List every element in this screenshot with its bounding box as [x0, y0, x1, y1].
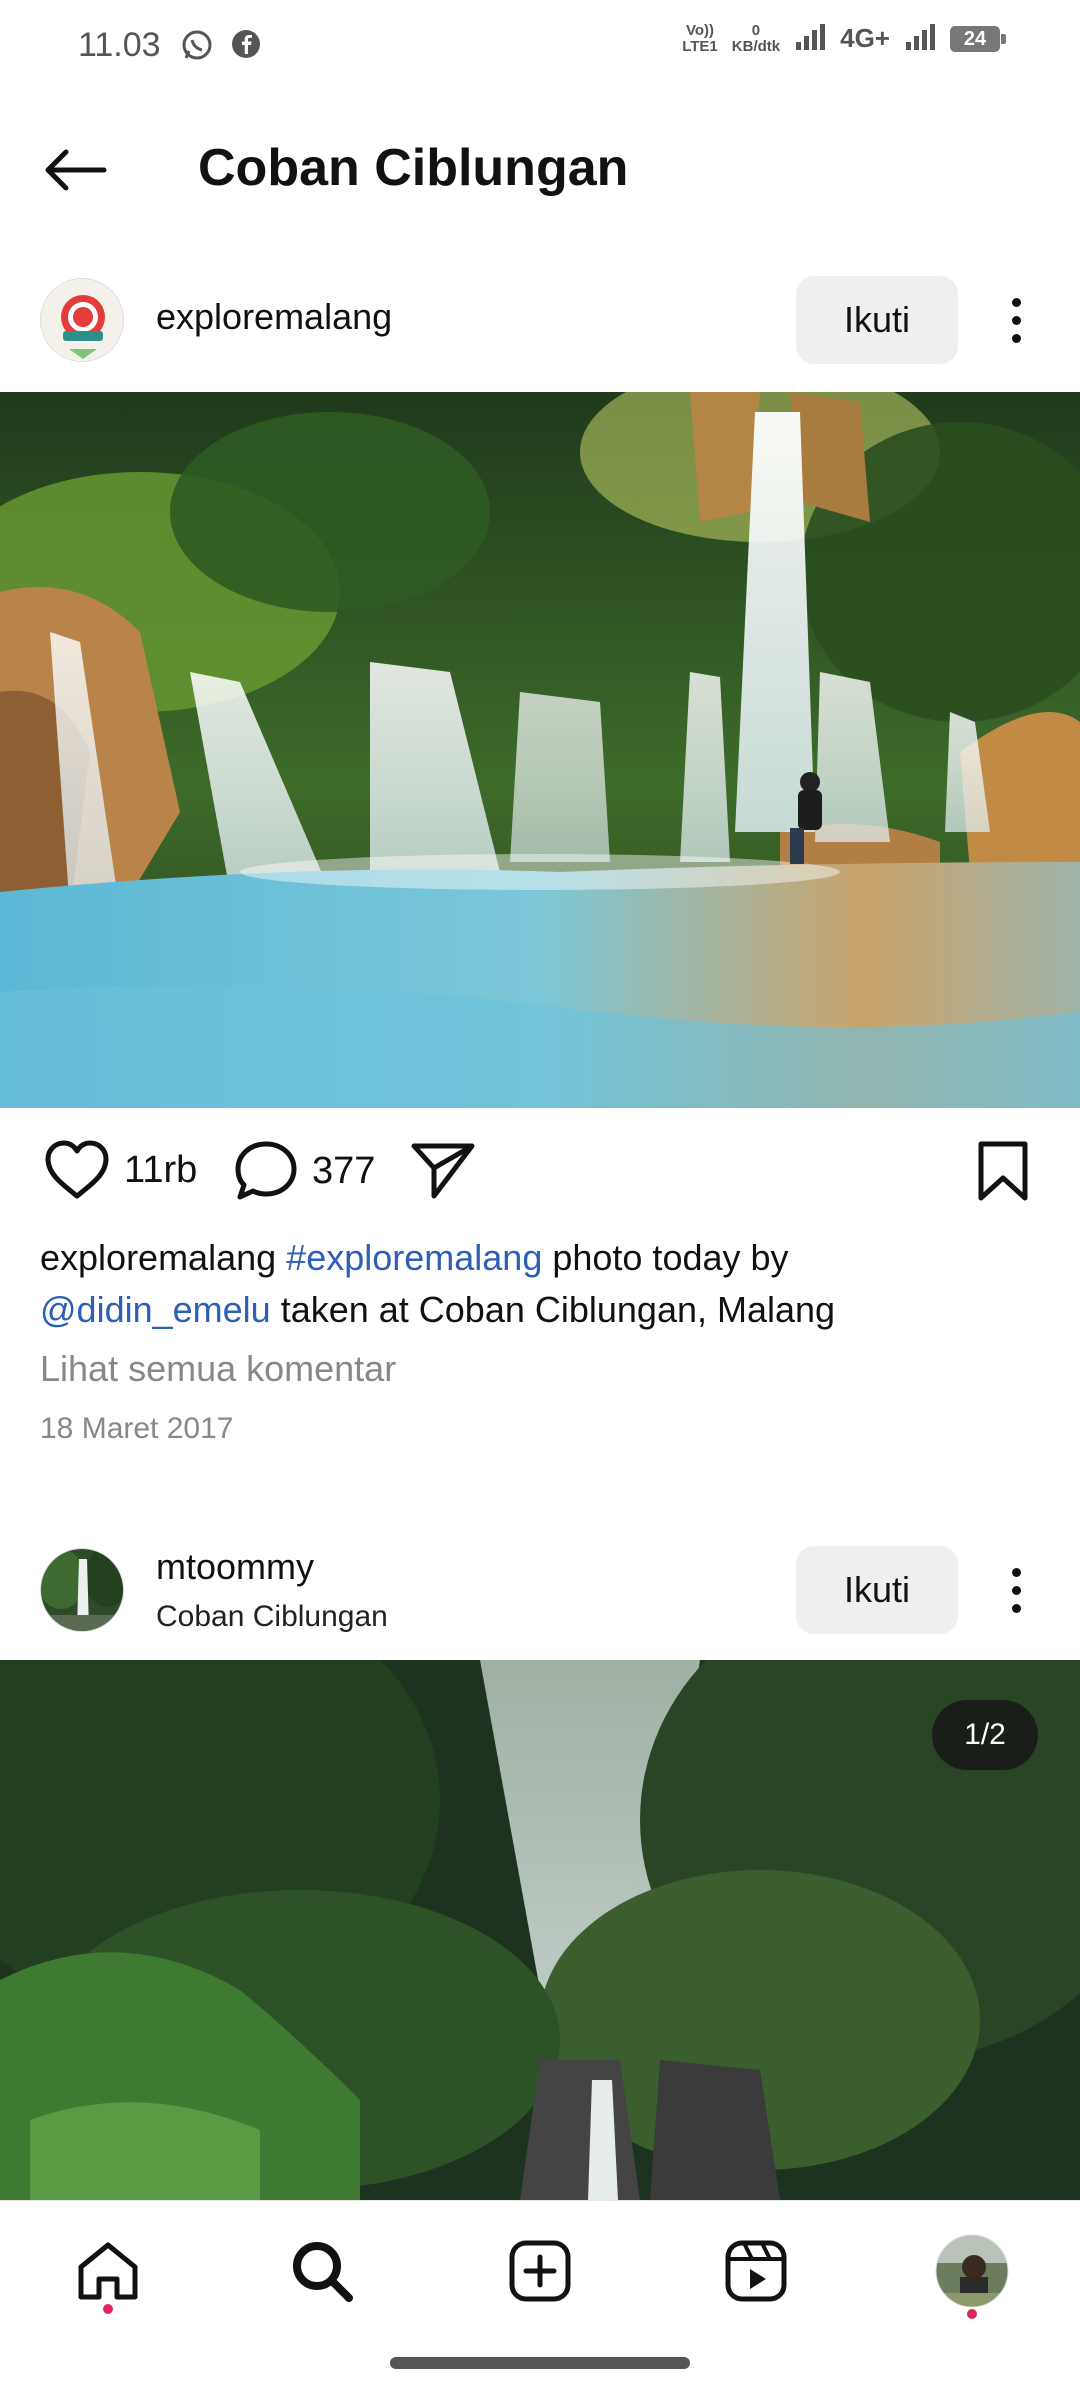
like-count: 11rb	[124, 1148, 198, 1191]
follow-button-2[interactable]: Ikuti	[796, 1546, 958, 1634]
post-location[interactable]: Coban Ciblungan	[156, 1600, 388, 1634]
carousel-pager: 1/2	[932, 1700, 1038, 1770]
arrow-left-icon	[45, 149, 107, 191]
comment-button[interactable]: 377	[234, 1140, 375, 1202]
nav-create[interactable]	[500, 2231, 580, 2311]
send-icon	[411, 1143, 475, 1199]
post-image[interactable]	[0, 392, 1080, 1108]
status-time: 11.03	[78, 26, 161, 64]
share-button[interactable]	[410, 1140, 476, 1200]
post-caption: exploremalang #exploremalang photo today…	[40, 1232, 1040, 1336]
avatar-2[interactable]	[40, 1548, 124, 1632]
post-image-2[interactable]	[0, 1660, 1080, 2200]
facebook-icon	[230, 28, 262, 65]
caption-username[interactable]: exploremalang	[40, 1237, 276, 1278]
post-date: 18 Maret 2017	[40, 1412, 234, 1445]
more-vertical-icon	[1011, 1567, 1021, 1577]
follow-button[interactable]: Ikuti	[796, 276, 958, 364]
post-username-2[interactable]: mtoommy	[156, 1546, 314, 1588]
avatar[interactable]	[40, 278, 124, 362]
post-header: exploremalang Ikuti	[0, 266, 1080, 376]
home-indicator[interactable]	[390, 2357, 690, 2369]
battery-icon: 24	[950, 25, 1006, 52]
status-bar: 11.03 Vo)) LTE1 0 KB/dtk 4G+ 24	[0, 0, 1080, 96]
signal-icon-2	[904, 22, 936, 55]
view-all-comments-link[interactable]: Lihat semua komentar	[40, 1348, 396, 1390]
home-icon	[78, 2242, 138, 2300]
caption-mention[interactable]: @didin_emelu	[40, 1289, 271, 1330]
network-speed: 0 KB/dtk	[731, 21, 781, 55]
caption-text: photo today by	[542, 1237, 789, 1278]
heart-icon	[45, 1140, 109, 1199]
comment-count: 377	[312, 1149, 376, 1192]
nav-home[interactable]	[68, 2231, 148, 2311]
volte-indicator: Vo)) LTE1	[682, 21, 718, 55]
like-button[interactable]: 11rb	[44, 1140, 197, 1200]
status-icons: Vo)) LTE1 0 KB/dtk 4G+ 24	[682, 21, 1006, 55]
reels-icon	[725, 2240, 787, 2302]
post-actions: 11rb 377	[0, 1140, 1080, 1210]
home-notification-dot	[103, 2304, 113, 2314]
caption-hashtag[interactable]: #exploremalang	[286, 1237, 542, 1278]
bottom-nav	[0, 2200, 1080, 2400]
post-username[interactable]: exploremalang	[156, 296, 392, 338]
add-post-icon	[509, 2240, 571, 2302]
save-button[interactable]	[976, 1140, 1030, 1202]
bookmark-icon	[978, 1141, 1028, 1201]
more-options-button-2[interactable]	[996, 1546, 1036, 1634]
nav-search[interactable]	[282, 2231, 362, 2311]
nav-profile[interactable]	[932, 2231, 1012, 2311]
caption-text-2: taken at Coban Ciblungan, Malang	[270, 1289, 836, 1330]
back-button[interactable]	[40, 140, 110, 200]
comment-icon	[235, 1141, 297, 1200]
top-bar: Coban Ciblungan	[0, 110, 1080, 230]
post-header-2: mtoommy Coban Ciblungan Ikuti	[0, 1536, 1080, 1646]
more-vertical-icon	[1011, 297, 1021, 307]
network-type: 4G+	[840, 23, 890, 53]
profile-avatar	[935, 2234, 1009, 2308]
signal-icon	[794, 22, 826, 55]
page-title: Coban Ciblungan	[198, 139, 629, 197]
nav-reels[interactable]	[716, 2231, 796, 2311]
profile-notification-dot	[967, 2309, 977, 2319]
more-options-button[interactable]	[996, 276, 1036, 364]
search-icon	[293, 2242, 353, 2302]
whatsapp-icon	[180, 28, 214, 67]
